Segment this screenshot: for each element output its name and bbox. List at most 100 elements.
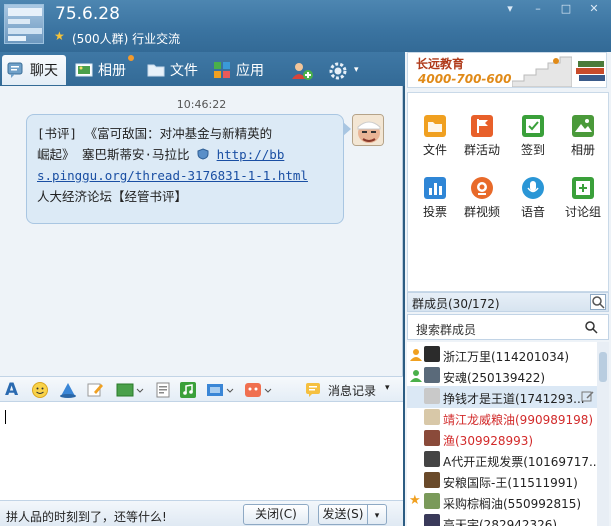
member-item[interactable]: 挣钱才是王道(1741293... [407,386,597,408]
search-icon[interactable] [590,294,606,310]
chat-icon [6,61,26,79]
ad-books-graphic [576,61,605,81]
send-button[interactable]: 发送(S) [318,504,368,525]
member-count-header: 群成员(30/172) [407,292,609,312]
title-bar: 75.6.28 ★ (500人群) 行业交流 ▾ – □ ✕ [0,0,611,52]
close-window-button[interactable]: ✕ [584,2,604,16]
edit-card-icon[interactable] [581,390,594,406]
member-avatar [424,493,440,509]
bubble-tail [343,122,351,136]
maximize-button[interactable]: □ [556,2,576,16]
message-line: 崛起》 塞巴斯蒂安·马拉比 http://bb [37,145,285,162]
ad-phone: 4000-700-600 [418,72,512,86]
member-name: 安粮国际-王(11511991) [443,476,578,490]
add-member-button[interactable] [290,55,318,85]
member-list-scrollbar[interactable] [597,342,609,526]
app-activity[interactable]: 群活动 [457,115,507,158]
member-item[interactable]: A代开正规发票(10169717... [407,449,597,471]
member-search-placeholder: 搜索群成员 [416,323,477,337]
settings-menu-button[interactable]: ▾ [328,55,359,85]
app-files[interactable]: 文件 [410,115,460,158]
remote-assist-icon[interactable] [206,381,234,399]
edit-icon[interactable] [86,381,104,399]
shield-icon [197,145,209,160]
member-name: 浙江万里(114201034) [443,350,570,364]
scroll-thumb[interactable] [599,352,607,382]
add-user-icon [290,61,314,80]
send-options-button[interactable]: ▾ [367,504,387,525]
member-item[interactable]: 浙江万里(114201034) [407,344,597,366]
member-name: 安魂(250139422) [443,371,546,385]
sender-avatar[interactable] [352,114,384,146]
search-icon[interactable] [584,320,598,337]
member-search-input[interactable]: 搜索群成员 [407,314,609,340]
magic-expression-icon[interactable] [244,381,272,399]
member-name: 渔(309928993) [443,434,534,448]
chevron-down-icon[interactable]: ▾ [500,2,520,16]
checkin-icon [522,115,544,137]
message-line: 人大经济论坛【经管书评】 [37,189,188,204]
member-item[interactable]: 安魂(250139422) [407,365,597,387]
message-link[interactable]: http://bb [217,147,285,162]
member-avatar [424,514,440,526]
member-item[interactable]: 安粮国际-王(11511991) [407,470,597,492]
music-icon[interactable] [179,381,197,399]
input-toolbar: A 消息记录 ▾ [0,376,403,402]
app-label: 相册 [570,143,595,157]
member-item[interactable]: 靖江龙威粮油(990989198) [407,407,597,429]
member-item[interactable]: 渔(309928993) [407,428,597,450]
document-icon[interactable] [154,381,172,399]
gear-icon [328,61,350,80]
message-record-icon[interactable] [304,381,322,399]
tab-files-label: 文件 [170,63,198,79]
tab-chat[interactable]: 聊天 [2,55,66,85]
app-group-video[interactable]: 群视频 [457,177,507,220]
tab-apps-label: 应用 [236,63,264,79]
member-list[interactable]: 浙江万里(114201034) 安魂(250139422) 挣钱才是王道(174… [407,342,597,526]
group-title: 75.6.28 [55,4,120,24]
message-input[interactable] [0,402,403,500]
flag-icon [471,115,493,137]
app-vote[interactable]: 投票 [410,177,460,220]
notification-dot [128,55,134,61]
admin-icon [409,368,423,382]
message-link[interactable]: s.pinggu.org/thread-3176831-1-1.html [37,165,333,186]
app-label: 群视频 [463,205,500,219]
app-checkin[interactable]: 签到 [508,115,558,158]
tab-files[interactable]: 文件 [146,55,198,85]
member-item[interactable]: ★ 采购棕榈油(550992815) [407,491,597,513]
ad-stairs-graphic [512,56,572,87]
ad-banner[interactable]: 长远教育 4000-700-600 [407,52,607,88]
close-button[interactable]: 关闭(C) [243,504,309,525]
folder-icon [424,115,446,137]
group-avatar[interactable] [4,4,44,44]
chevron-down-icon: ▾ [374,511,380,521]
video-icon [471,177,493,199]
app-label: 文件 [422,143,447,157]
tab-apps[interactable]: 应用 [212,55,264,85]
app-label: 群活动 [463,143,500,157]
app-label: 讨论组 [564,205,601,219]
shake-icon[interactable] [58,381,76,399]
app-label: 投票 [422,205,447,219]
emoji-icon[interactable] [31,381,49,399]
app-discussion[interactable]: 讨论组 [558,177,608,220]
member-item[interactable]: 高天宇(282942326) [407,512,597,526]
tab-album-label: 相册 [98,63,126,79]
font-icon[interactable]: A [5,381,23,399]
tab-album[interactable]: 相册 [74,55,134,85]
message-line: [书评] 《富可敌国：对冲基金与新精英的 [37,126,273,141]
app-album[interactable]: 相册 [558,115,608,158]
discussion-icon [572,177,594,199]
member-name: A代开正规发票(10169717... [443,455,597,469]
chat-history[interactable]: 10:46:22 [书评] 《富可敌国：对冲基金与新精英的 崛起》 塞巴斯蒂安·… [0,86,403,376]
chevron-down-icon[interactable]: ▾ [385,383,390,393]
tab-chat-label: 聊天 [30,63,58,79]
status-hint: 拼人品的时刻到了，还等什么! [6,510,167,524]
screenshot-icon[interactable] [116,381,144,399]
app-voice[interactable]: 语音 [508,177,558,220]
message-record-button[interactable]: 消息记录 [328,382,376,399]
member-count: 群成员(30/172) [412,297,500,311]
member-avatar [424,367,440,383]
minimize-button[interactable]: – [528,2,548,16]
